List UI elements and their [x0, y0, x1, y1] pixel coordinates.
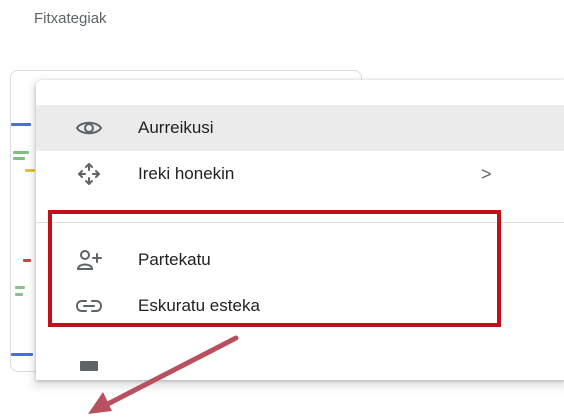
- annotation-arrow: [88, 335, 239, 414]
